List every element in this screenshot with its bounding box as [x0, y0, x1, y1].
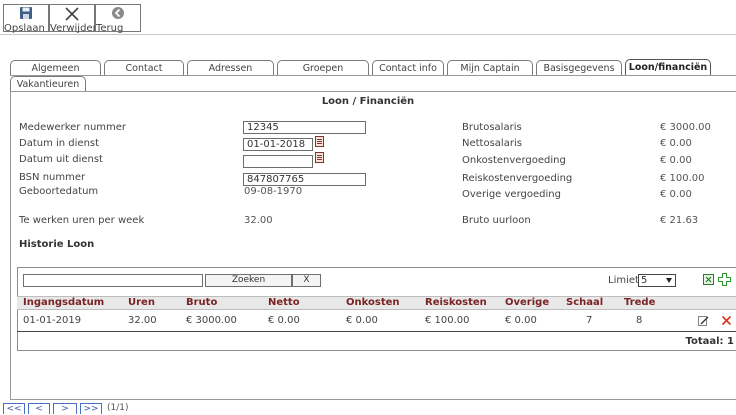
- overige-vergoeding-value: € 0.00: [660, 189, 692, 200]
- toolbar: Opslaan Verwijder Terug: [0, 0, 736, 34]
- content-panel: [10, 91, 736, 400]
- column-header[interactable]: Schaal: [566, 296, 603, 310]
- pencil-edit-icon[interactable]: [698, 315, 709, 326]
- table-cell: € 0.00: [346, 315, 378, 326]
- tab-basisgegevens[interactable]: Basisgegevens: [536, 60, 622, 75]
- uren-per-week-label: Te werken uren per week: [19, 215, 145, 226]
- onkostenvergoeding-value: € 0.00: [660, 155, 692, 166]
- limit-select[interactable]: 5: [638, 274, 676, 287]
- tab-adressen[interactable]: Adressen: [187, 60, 274, 75]
- datum-in-dienst-label: Datum in dienst: [19, 138, 100, 149]
- nettosalaris-label: Nettosalaris: [462, 138, 522, 149]
- tab-vakantieuren[interactable]: Vakantieuren: [10, 76, 86, 91]
- toolbar-divider: [0, 34, 736, 35]
- green-plus-icon[interactable]: [718, 273, 731, 286]
- chevron-down-icon: [666, 278, 672, 283]
- column-header[interactable]: Onkosten: [346, 296, 400, 310]
- table-cell: € 0.00: [505, 315, 537, 326]
- excel-export-icon[interactable]: [703, 274, 714, 285]
- historie-loon-title: Historie Loon: [19, 239, 95, 250]
- column-header[interactable]: Uren: [128, 296, 155, 310]
- limit-value: 5: [641, 275, 648, 286]
- tab-algemeen[interactable]: Algemeen: [10, 60, 101, 75]
- tab-row-divider: [10, 75, 736, 76]
- delete-button[interactable]: Verwijder: [49, 4, 97, 34]
- tab-groepen[interactable]: Groepen: [277, 60, 369, 75]
- column-header[interactable]: Trede: [624, 296, 655, 310]
- reiskostenvergoeding-label: Reiskostenvergoeding: [462, 173, 573, 184]
- medewerker-nummer-input[interactable]: [243, 121, 366, 134]
- table-cell: € 3000.00: [186, 315, 237, 326]
- geboortedatum-label: Geboortedatum: [19, 186, 99, 197]
- save-button[interactable]: Opslaan: [3, 4, 49, 34]
- back-arrow-icon: [96, 6, 140, 22]
- table-row-divider: [17, 331, 736, 332]
- column-header[interactable]: Ingangsdatum: [23, 296, 104, 310]
- section-title: Loon / Financiën: [321, 96, 415, 107]
- datum-uit-dienst-input[interactable]: [243, 155, 313, 168]
- table-cell: 01-01-2019: [23, 315, 82, 326]
- column-header[interactable]: Reiskosten: [425, 296, 487, 310]
- search-input[interactable]: [23, 274, 203, 287]
- column-header[interactable]: Netto: [268, 296, 300, 310]
- column-header[interactable]: Bruto: [186, 296, 217, 310]
- calendar-icon[interactable]: [315, 152, 324, 163]
- tab-contact-info[interactable]: Contact info: [372, 60, 444, 75]
- table-cell: € 100.00: [425, 315, 470, 326]
- datum-uit-dienst-label: Datum uit dienst: [19, 154, 103, 165]
- reiskostenvergoeding-value: € 100.00: [660, 173, 705, 184]
- limit-label: Limiet: [608, 275, 639, 286]
- search-button[interactable]: Zoeken: [205, 274, 292, 287]
- bsn-nummer-input[interactable]: [243, 173, 366, 186]
- floppy-disk-icon: [4, 6, 48, 22]
- x-cross-icon: [50, 6, 94, 22]
- pager-prev-button[interactable]: <: [28, 403, 50, 414]
- pager-last-button[interactable]: >>: [80, 403, 102, 414]
- table-cell: 8: [636, 315, 643, 326]
- calendar-icon[interactable]: [315, 136, 324, 147]
- uren-per-week-value: 32.00: [244, 215, 273, 226]
- datum-in-dienst-input[interactable]: [243, 138, 313, 151]
- table-cell: 7: [586, 315, 593, 326]
- geboortedatum-value: 09-08-1970: [244, 186, 303, 197]
- pager-info: (1/1): [107, 403, 129, 413]
- clear-search-button[interactable]: X: [292, 274, 321, 287]
- red-x-delete-icon[interactable]: [721, 315, 732, 326]
- tab-mijn-captain[interactable]: Mijn Captain: [447, 60, 533, 75]
- table-cell: 32.00: [128, 315, 157, 326]
- pager-next-button[interactable]: >: [53, 403, 77, 414]
- pager-first-button[interactable]: <<: [3, 403, 25, 414]
- overige-vergoeding-label: Overige vergoeding: [462, 189, 561, 200]
- table-cell: € 0.00: [268, 315, 300, 326]
- medewerker-nummer-label: Medewerker nummer: [19, 122, 127, 133]
- column-header[interactable]: Overige: [505, 296, 549, 310]
- tab-loon-financien[interactable]: Loon/financiën: [625, 59, 711, 75]
- bruto-uurloon-label: Bruto uurloon: [462, 215, 531, 226]
- nettosalaris-value: € 0.00: [660, 138, 692, 149]
- total-count: Totaal: 1: [685, 336, 734, 347]
- back-button[interactable]: Terug: [95, 4, 141, 34]
- onkostenvergoeding-label: Onkostenvergoeding: [462, 155, 566, 166]
- brutosalaris-label: Brutosalaris: [462, 122, 522, 133]
- bsn-nummer-label: BSN nummer: [19, 172, 86, 183]
- bruto-uurloon-value: € 21.63: [660, 215, 699, 226]
- brutosalaris-value: € 3000.00: [660, 122, 711, 133]
- tab-contact[interactable]: Contact: [104, 60, 184, 75]
